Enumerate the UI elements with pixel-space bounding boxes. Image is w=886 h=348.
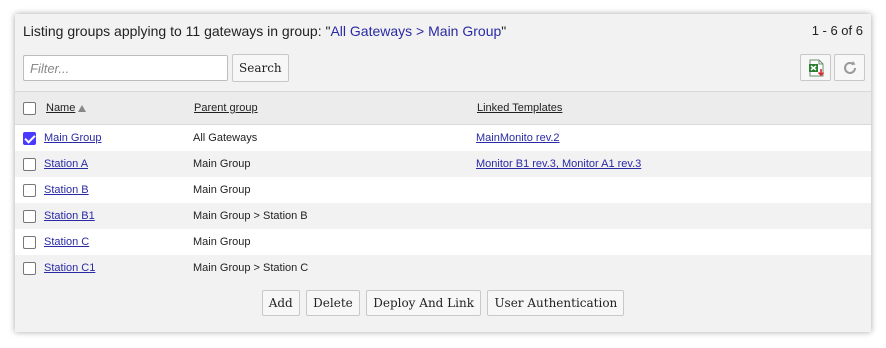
sort-by-linked-link[interactable]: Linked Templates	[477, 102, 562, 114]
group-name-link[interactable]: Station C	[44, 236, 89, 248]
group-name-link[interactable]: Station B1	[44, 210, 95, 222]
row-select-cell	[23, 151, 36, 177]
export-excel-button[interactable]	[800, 54, 831, 81]
groups-panel: Listing groups applying to 11 gateways i…	[15, 14, 871, 332]
column-header-name[interactable]: Name	[46, 92, 87, 124]
row-checkbox[interactable]	[23, 235, 36, 249]
groups-table: Name Parent group Linked Templates Main …	[15, 91, 871, 281]
listing-summary: Listing groups applying to 11 gateways i…	[23, 23, 506, 39]
sort-by-name-link[interactable]: Name	[46, 102, 75, 114]
table-header: Name Parent group Linked Templates	[15, 91, 871, 125]
linked-cell: Monitor B1 rev.3, Monitor A1 rev.3	[476, 151, 641, 177]
table-row: Station A Main Group Monitor B1 rev.3, M…	[15, 151, 871, 177]
column-header-linked[interactable]: Linked Templates	[477, 92, 562, 124]
group-name-link[interactable]: Station C1	[44, 262, 95, 274]
row-select-cell	[23, 125, 36, 151]
table-row: Main Group All Gateways MainMonito rev.2	[15, 125, 871, 151]
parent-cell: Main Group	[193, 236, 251, 248]
table-row: Station B1 Main Group > Station B	[15, 203, 871, 229]
table-row: Station C Main Group	[15, 229, 871, 255]
row-checkbox[interactable]	[23, 183, 36, 197]
row-checkbox[interactable]	[23, 131, 36, 145]
parent-cell: Main Group > Station C	[193, 262, 309, 274]
deploy-and-link-button[interactable]: Deploy And Link	[366, 290, 481, 316]
sort-by-parent-link[interactable]: Parent group	[194, 102, 258, 114]
name-cell: Station A	[44, 151, 88, 177]
name-cell: Station C	[44, 229, 89, 255]
row-checkbox[interactable]	[23, 209, 36, 223]
parent-cell: All Gateways	[193, 132, 258, 144]
row-select-cell	[23, 255, 36, 281]
table-row: Station B Main Group	[15, 177, 871, 203]
parent-cell: Main Group	[193, 158, 251, 170]
linked-templates-link[interactable]: MainMonito rev.2	[476, 132, 560, 144]
name-cell: Main Group	[44, 125, 101, 151]
name-cell: Station C1	[44, 255, 95, 281]
delete-button[interactable]: Delete	[306, 290, 360, 316]
linked-cell: MainMonito rev.2	[476, 125, 560, 151]
sort-ascending-icon	[78, 104, 87, 112]
row-select-cell	[23, 203, 36, 229]
row-checkbox[interactable]	[23, 261, 36, 275]
filter-input[interactable]	[23, 55, 228, 81]
parent-cell: Main Group	[193, 184, 251, 196]
add-button[interactable]: Add	[261, 290, 300, 316]
select-all-checkbox[interactable]	[23, 101, 36, 115]
linked-templates-link[interactable]: Monitor B1 rev.3, Monitor A1 rev.3	[476, 158, 641, 170]
name-cell: Station B1	[44, 203, 95, 229]
excel-export-icon	[808, 59, 824, 76]
name-cell: Station B	[44, 177, 89, 203]
pagination-count: 1 - 6 of 6	[811, 23, 863, 38]
search-button[interactable]: Search	[232, 54, 289, 82]
row-select-cell	[23, 177, 36, 203]
group-path-link[interactable]: All Gateways > Main Group	[330, 23, 501, 39]
table-row: Station C1 Main Group > Station C	[15, 255, 871, 281]
select-all-cell	[23, 92, 36, 124]
row-checkbox[interactable]	[23, 157, 36, 171]
action-bar: Add Delete Deploy And Link User Authenti…	[15, 290, 871, 316]
group-name-link[interactable]: Main Group	[44, 132, 101, 144]
listing-prefix: Listing groups applying to 11 gateways i…	[23, 23, 331, 39]
parent-cell: Main Group > Station B	[193, 210, 308, 222]
listing-suffix: "	[501, 23, 507, 39]
column-header-parent[interactable]: Parent group	[194, 92, 258, 124]
user-authentication-button[interactable]: User Authentication	[487, 290, 625, 316]
group-name-link[interactable]: Station B	[44, 184, 89, 196]
refresh-icon	[843, 60, 856, 74]
refresh-button[interactable]	[834, 54, 865, 81]
row-select-cell	[23, 229, 36, 255]
group-name-link[interactable]: Station A	[44, 158, 88, 170]
